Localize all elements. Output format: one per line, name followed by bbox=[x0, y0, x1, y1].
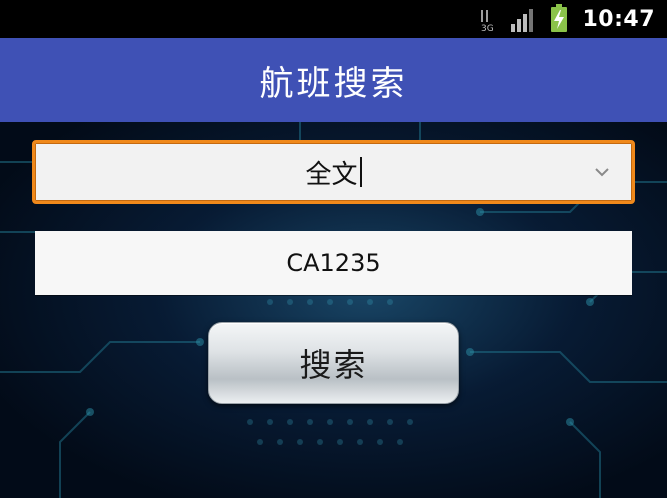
battery-charging-icon bbox=[550, 4, 568, 32]
page-title: 航班搜索 bbox=[259, 63, 408, 104]
search-type-value-wrap: 全文 bbox=[305, 154, 362, 191]
text-cursor bbox=[359, 157, 362, 187]
chevron-down-icon[interactable] bbox=[594, 164, 610, 180]
flight-number-input[interactable] bbox=[35, 231, 632, 295]
search-button[interactable]: 搜索 bbox=[208, 322, 459, 404]
app-bar: 航班搜索 bbox=[0, 38, 667, 122]
svg-text:3G: 3G bbox=[481, 24, 494, 32]
signal-icon bbox=[510, 6, 536, 32]
search-type-value: 全文 bbox=[305, 159, 358, 190]
search-type-dropdown[interactable]: 全文 bbox=[32, 140, 635, 204]
status-bar: 3G 10:47 bbox=[0, 0, 667, 38]
network-3g-icon: 3G bbox=[480, 6, 496, 32]
status-time: 10:47 bbox=[582, 6, 655, 32]
search-button-label: 搜索 bbox=[299, 346, 368, 384]
